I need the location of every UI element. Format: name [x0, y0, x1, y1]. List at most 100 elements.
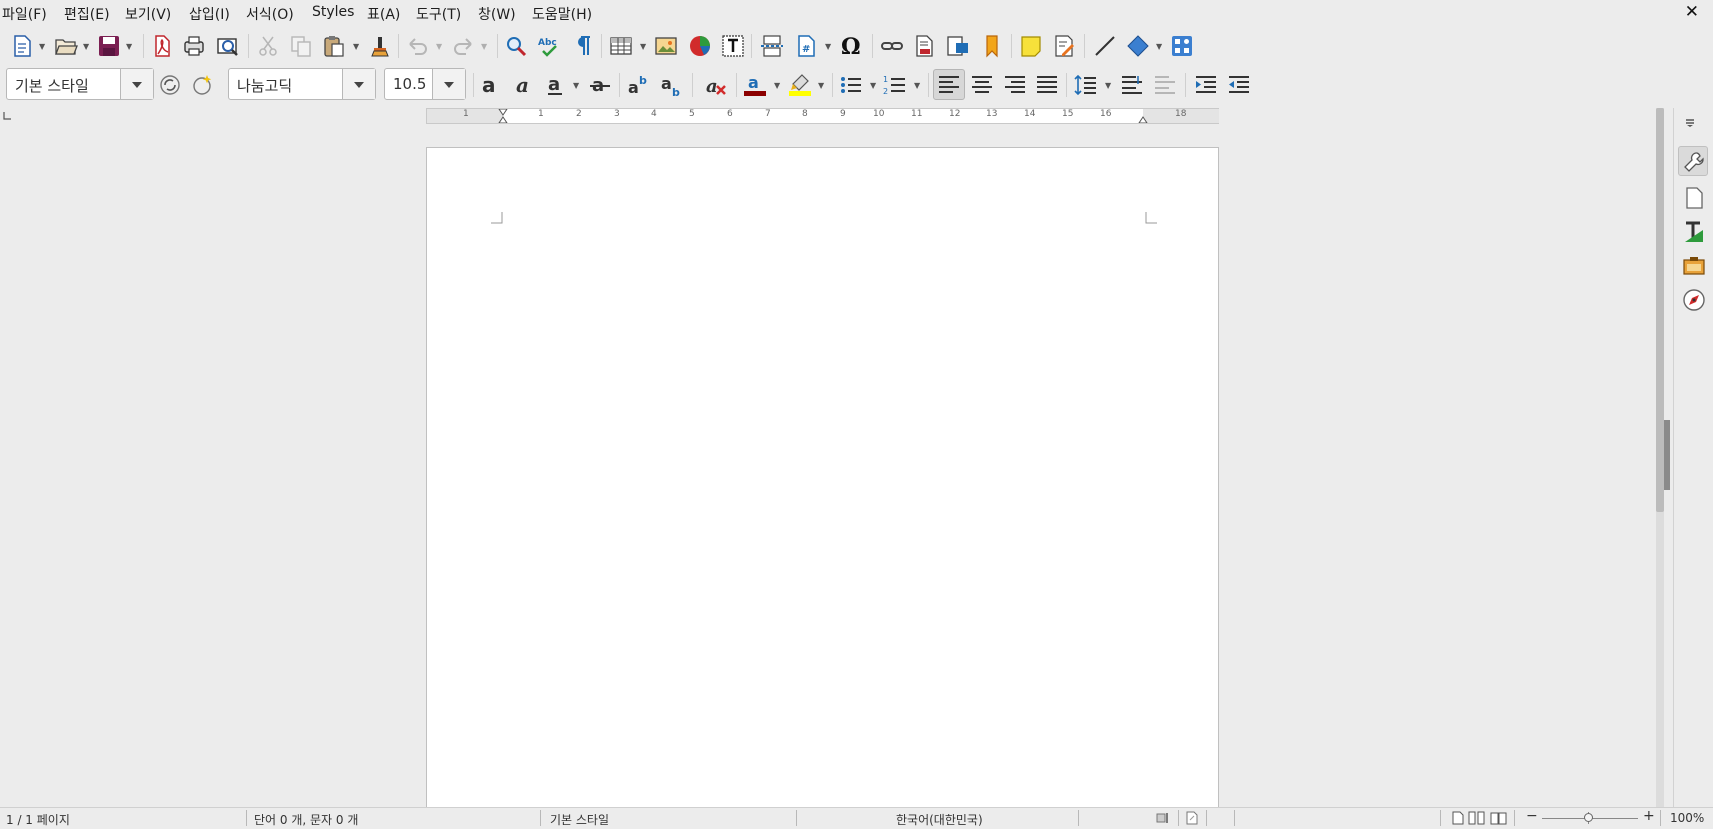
formatting-marks-icon[interactable] — [571, 34, 595, 58]
vertical-scrollbar[interactable] — [1656, 108, 1664, 807]
zoom-out-icon[interactable]: − — [1526, 808, 1538, 824]
book-view-icon[interactable] — [1490, 811, 1508, 825]
zoom-percentage[interactable]: 100% — [1670, 811, 1704, 825]
paragraph-style-combobox[interactable]: 기본 스타일 — [6, 68, 154, 100]
menu-window[interactable]: 창(W) — [478, 4, 516, 24]
insert-table-icon[interactable] — [609, 34, 633, 58]
menu-format[interactable]: 서식(O) — [246, 4, 294, 24]
basic-shapes-icon[interactable] — [1126, 34, 1150, 58]
undo-icon[interactable] — [406, 34, 430, 58]
redo-icon[interactable] — [451, 34, 475, 58]
new-document-icon[interactable] — [10, 34, 34, 58]
paragraph-style-dropdown-button[interactable] — [120, 69, 153, 99]
clear-formatting-icon[interactable]: a — [704, 73, 728, 97]
numbered-list-dropdown-icon[interactable]: ▼ — [914, 81, 920, 90]
undo-dropdown-icon[interactable]: ▼ — [436, 42, 442, 51]
menu-file[interactable]: 파일(F) — [2, 4, 47, 24]
bold-icon[interactable]: a — [479, 73, 503, 97]
multi-page-view-icon[interactable] — [1468, 811, 1486, 825]
align-center-icon[interactable] — [970, 73, 994, 97]
insert-textbox-icon[interactable] — [721, 34, 745, 58]
line-spacing-icon[interactable] — [1074, 73, 1098, 97]
sidebar-menu-icon[interactable] — [1682, 114, 1700, 132]
menu-help[interactable]: 도움말(H) — [532, 4, 592, 24]
page-icon[interactable] — [1682, 186, 1706, 210]
font-color-icon[interactable]: a — [743, 73, 767, 97]
menu-table[interactable]: 표(A) — [367, 4, 400, 24]
insert-field-dropdown-icon[interactable]: ▼ — [825, 42, 831, 51]
italic-icon[interactable]: a — [512, 73, 536, 97]
horizontal-ruler[interactable]: 1 1 2 3 4 5 6 7 8 9 10 11 12 13 14 15 16… — [426, 108, 1219, 124]
insert-bookmark-icon[interactable] — [980, 34, 1004, 58]
menu-insert[interactable]: 삽입(I) — [189, 4, 230, 24]
update-style-icon[interactable] — [158, 73, 182, 97]
gallery-icon[interactable] — [1682, 254, 1706, 278]
insert-page-break-icon[interactable] — [760, 34, 784, 58]
insert-footnote-icon[interactable] — [912, 34, 936, 58]
highlighting-color-icon[interactable] — [788, 73, 812, 97]
zoom-slider-handle[interactable] — [1584, 813, 1593, 822]
increase-paragraph-spacing-icon[interactable] — [1120, 73, 1144, 97]
track-changes-icon[interactable] — [1052, 34, 1076, 58]
font-size-combobox[interactable]: 10.5 — [384, 68, 466, 100]
decrease-paragraph-spacing-icon[interactable] — [1153, 73, 1177, 97]
align-left-icon[interactable] — [937, 73, 961, 97]
copy-icon[interactable] — [289, 34, 313, 58]
font-size-dropdown-button[interactable] — [432, 69, 465, 99]
menu-view[interactable]: 보기(V) — [125, 4, 171, 24]
insert-line-icon[interactable] — [1093, 34, 1117, 58]
print-icon[interactable] — [182, 34, 206, 58]
insert-comment-icon[interactable] — [1019, 34, 1043, 58]
font-name-combobox[interactable]: 나눔고딕 — [228, 68, 376, 100]
save-dropdown-icon[interactable]: ▼ — [126, 42, 132, 51]
insert-endnote-icon[interactable] — [946, 34, 970, 58]
insert-mode-icon[interactable] — [1156, 812, 1170, 824]
save-icon[interactable] — [97, 34, 121, 58]
menu-styles[interactable]: Styles — [312, 4, 354, 20]
export-pdf-icon[interactable] — [150, 34, 174, 58]
new-dropdown-icon[interactable]: ▼ — [39, 42, 45, 51]
tab-type-corner-icon[interactable] — [2, 111, 12, 121]
insert-chart-icon[interactable] — [688, 34, 712, 58]
insert-hyperlink-icon[interactable] — [880, 34, 904, 58]
open-folder-icon[interactable] — [54, 34, 78, 58]
insert-image-icon[interactable] — [654, 34, 678, 58]
single-page-view-icon[interactable] — [1452, 811, 1464, 825]
ruler-indent-marker-icon[interactable] — [498, 109, 508, 123]
underline-dropdown-icon[interactable]: ▼ — [573, 81, 579, 90]
numbered-list-icon[interactable]: 12 — [883, 73, 907, 97]
line-spacing-dropdown-icon[interactable]: ▼ — [1105, 81, 1111, 90]
font-color-dropdown-icon[interactable]: ▼ — [774, 81, 780, 90]
superscript-icon[interactable]: ab — [627, 73, 651, 97]
insert-field-icon[interactable]: # — [794, 34, 818, 58]
clone-formatting-icon[interactable] — [368, 34, 392, 58]
strikethrough-icon[interactable]: a — [588, 73, 612, 97]
paste-dropdown-icon[interactable]: ▼ — [353, 42, 359, 51]
basic-shapes-dropdown-icon[interactable]: ▼ — [1156, 42, 1162, 51]
menu-edit[interactable]: 편집(E) — [64, 4, 110, 24]
sidebar-resize-handle[interactable] — [1664, 420, 1670, 490]
cut-icon[interactable] — [256, 34, 280, 58]
insert-table-dropdown-icon[interactable]: ▼ — [640, 42, 646, 51]
bullet-list-icon[interactable] — [839, 73, 863, 97]
new-style-icon[interactable] — [190, 73, 214, 97]
close-document-button[interactable]: ✕ — [1685, 2, 1699, 22]
styles-icon[interactable] — [1682, 220, 1706, 244]
subscript-icon[interactable]: ab — [660, 73, 684, 97]
document-modified-icon[interactable] — [1186, 811, 1198, 825]
justify-icon[interactable] — [1035, 73, 1059, 97]
increase-indent-icon[interactable] — [1194, 73, 1218, 97]
find-replace-icon[interactable] — [504, 34, 528, 58]
status-page-style[interactable]: 기본 스타일 — [550, 811, 609, 828]
spelling-icon[interactable]: Abc — [537, 34, 561, 58]
font-name-dropdown-button[interactable] — [342, 69, 375, 99]
status-language[interactable]: 한국어(대한민국) — [896, 811, 983, 828]
bullet-list-dropdown-icon[interactable]: ▼ — [870, 81, 876, 90]
highlighting-dropdown-icon[interactable]: ▼ — [818, 81, 824, 90]
status-word-count[interactable]: 단어 0 개, 문자 0 개 — [254, 811, 358, 828]
properties-wrench-icon[interactable] — [1682, 150, 1706, 174]
special-character-icon[interactable]: Ω — [839, 34, 863, 58]
zoom-in-icon[interactable]: + — [1643, 808, 1655, 824]
paste-icon[interactable] — [322, 34, 346, 58]
document-page[interactable] — [426, 147, 1219, 828]
